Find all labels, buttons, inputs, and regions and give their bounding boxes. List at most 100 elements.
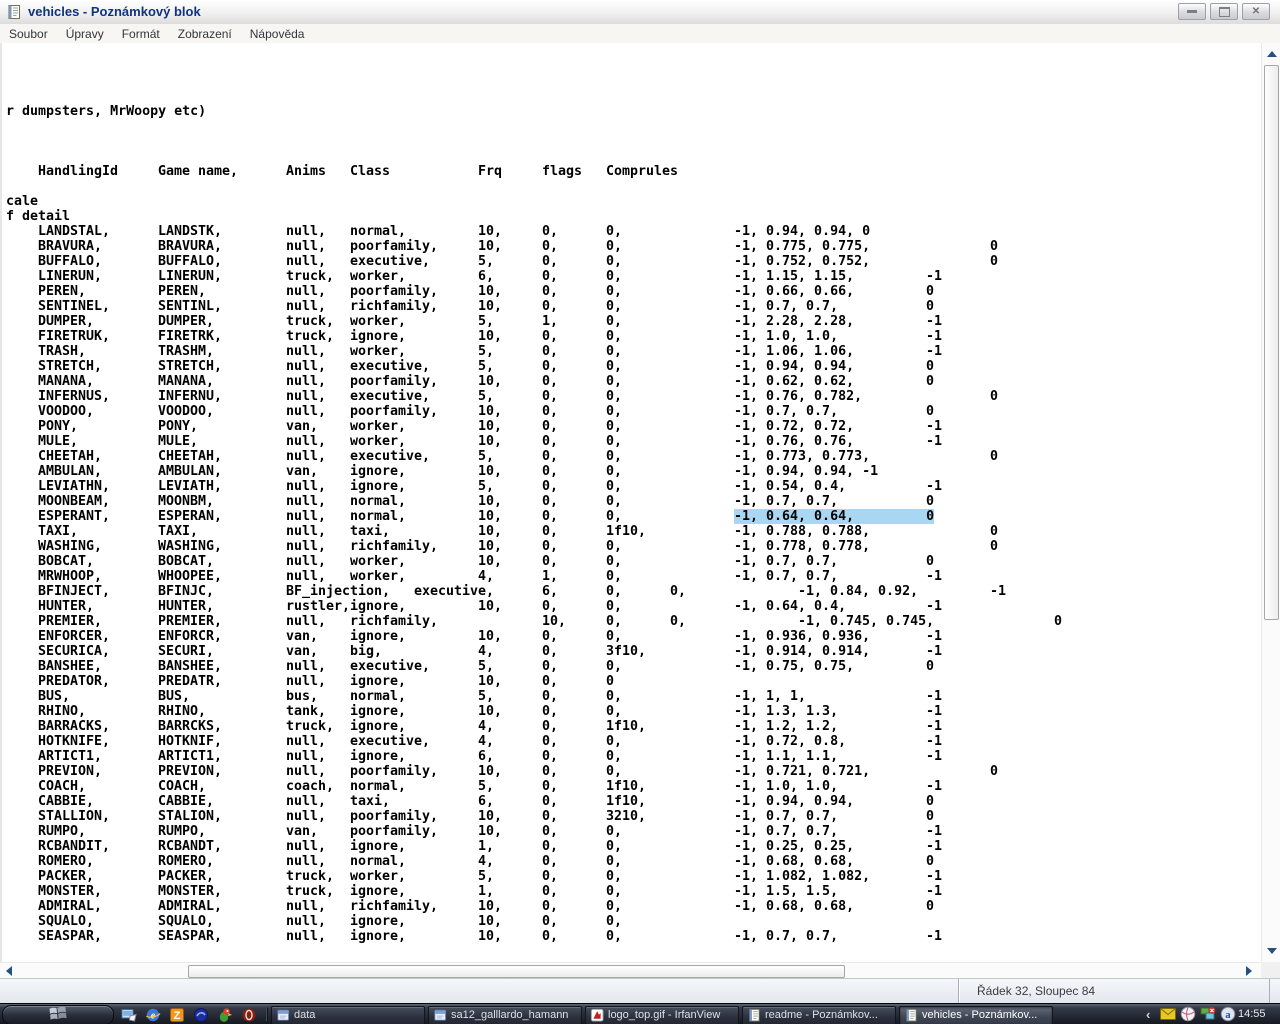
editor-line: WASHING,WASHING,null,richfamily,10,0,0,-…: [6, 539, 1261, 554]
cursor-position-status: Řádek 32, Sloupec 84: [958, 979, 1270, 1003]
vertical-scrollbar[interactable]: [1261, 43, 1280, 962]
editor-line: TRASH,TRASHM,null,worker,5,0,0,-1, 1.06,…: [6, 344, 1261, 359]
opera-icon[interactable]: [240, 1006, 257, 1023]
notepad-icon: [6, 4, 22, 20]
editor-line: ENFORCER,ENFORCR,van,ignore,10,0,0,-1, 0…: [6, 629, 1261, 644]
editor-text: r dumpsters, MrWoopy etc) HandlingIdGame …: [6, 44, 1261, 961]
mail-icon[interactable]: [1160, 1006, 1176, 1022]
editor-line: PREVION,PREVION,null,poorfamily,10,0,0,-…: [6, 764, 1261, 779]
editor-line: RCBANDIT,RCBANDT,null,ignore,1,0,0,-1, 0…: [6, 839, 1261, 854]
taskbar-button-label: readme - Poznámkov...: [765, 1007, 891, 1023]
editor-line: ROMERO,ROMERO,null,normal,4,0,0,-1, 0.68…: [6, 854, 1261, 869]
status-bar: Řádek 32, Sloupec 84: [0, 978, 1280, 1004]
zoner-icon[interactable]: Z: [168, 1006, 185, 1023]
editor-line: CHEETAH,CHEETAH,null,executive,5,0,0,-1,…: [6, 449, 1261, 464]
selected-text: -1, 0.64, 0.64, 0: [734, 509, 934, 524]
irfanview-icon: [590, 1008, 603, 1021]
editor-line: LINERUN,LINERUN,truck,worker,6,0,0,-1, 1…: [6, 269, 1261, 284]
editor-line: SENTINEL,SENTINL,null,richfamily,10,0,0,…: [6, 299, 1261, 314]
editor-line: PREMIER,PREMIER,null,richfamily,10,0,0,-…: [6, 614, 1261, 629]
notepad-icon: [747, 1008, 760, 1021]
editor-line: INFERNUS,INFERNU,null,executive,5,0,0,-1…: [6, 389, 1261, 404]
editor-line: HUNTER,HUNTER,rustler,ignore,10,0,0,-1, …: [6, 599, 1261, 614]
editor-line: STRETCH,STRETCH,null,executive,5,0,0,-1,…: [6, 359, 1261, 374]
taskbar-clock[interactable]: 14:55: [1238, 1004, 1266, 1024]
messenger-ball-icon[interactable]: [1180, 1006, 1196, 1022]
editor-line: MULE,MULE,null,worker,10,0,0,-1, 0.76, 0…: [6, 434, 1261, 449]
text-editor[interactable]: r dumpsters, MrWoopy etc) HandlingIdGame …: [0, 43, 1263, 962]
taskbar: eZ data sa12_galllardo_hamann logo_top.gif…: [0, 1003, 1280, 1024]
menu-item-0[interactable]: Soubor: [0, 25, 57, 43]
editor-line: MONSTER,MONSTER,truck,ignore,1,0,0,-1, 1…: [6, 884, 1261, 899]
taskbar-button-label: logo_top.gif - IrfanView: [608, 1007, 734, 1023]
scroll-right-icon[interactable]: [1246, 966, 1252, 976]
editor-line: MRWHOOP,WHOOPEE,null,worker,4,1,0,-1, 0.…: [6, 569, 1261, 584]
taskbar-button-1[interactable]: sa12_galllardo_hamann: [428, 1006, 582, 1024]
editor-line: PEREN,PEREN,null,poorfamily,10,0,0,-1, 0…: [6, 284, 1261, 299]
taskbar-button-0[interactable]: data: [271, 1006, 425, 1024]
parrot-icon[interactable]: [216, 1006, 233, 1023]
editor-line: HOTKNIFE,HOTKNIF,null,executive,4,0,0,-1…: [6, 734, 1261, 749]
menu-item-1[interactable]: Úpravy: [57, 25, 113, 43]
maximize-icon: [1219, 7, 1230, 17]
taskbar-button-3[interactable]: readme - Poznámkov...: [742, 1006, 896, 1024]
editor-line: AMBULAN,AMBULAN,van,ignore,10,0,0,-1, 0.…: [6, 464, 1261, 479]
editor-line: PREDATOR,PREDATR,null,ignore,10,0,0: [6, 674, 1261, 689]
scroll-up-icon[interactable]: [1267, 51, 1277, 57]
taskbar-button-label: data: [294, 1007, 420, 1023]
maximize-button[interactable]: [1210, 3, 1238, 20]
windows-logo-icon: [49, 1005, 67, 1024]
editor-line: LANDSTAL,LANDSTK,null,normal,10,0,0,-1, …: [6, 224, 1261, 239]
horizontal-scrollbar[interactable]: [0, 962, 1261, 979]
svg-text:Z: Z: [173, 1010, 180, 1022]
editor-line: SECURICA,SECURI,van,big,4,0,3f10,-1, 0.9…: [6, 644, 1261, 659]
editor-line: ADMIRAL,ADMIRAL,null,richfamily,10,0,0,-…: [6, 899, 1261, 914]
editor-line: DUMPER,DUMPER,truck,worker,5,1,0,-1, 2.2…: [6, 314, 1261, 329]
editor-line: COACH,COACH,coach,normal,5,0,1f10,-1, 1.…: [6, 779, 1261, 794]
taskbar-button-2[interactable]: logo_top.gif - IrfanView: [585, 1006, 739, 1024]
menu-item-4[interactable]: Nápověda: [241, 25, 314, 43]
editor-line: f detail: [6, 209, 1261, 224]
notepad-icon: [904, 1008, 917, 1021]
window-title: vehicles - Poznámkový blok: [28, 4, 201, 19]
minimize-button[interactable]: [1178, 3, 1206, 20]
vertical-scrollbar-thumb[interactable]: [1264, 65, 1279, 620]
scroll-left-icon[interactable]: [6, 966, 12, 976]
menu-item-3[interactable]: Zobrazení: [169, 25, 241, 43]
editor-line: ARTICT1,ARTICT1,null,ignore,6,0,0,-1, 1.…: [6, 749, 1261, 764]
horizontal-scrollbar-thumb[interactable]: [188, 965, 845, 978]
menu-item-2[interactable]: Formát: [113, 25, 169, 43]
editor-line: STALLION,STALION,null,poorfamily,10,0,32…: [6, 809, 1261, 824]
editor-line: ESPERANT,ESPERAN,null,normal,10,0,0,-1, …: [6, 509, 1261, 524]
editor-line: r dumpsters, MrWoopy etc): [6, 104, 1261, 119]
messenger-icon[interactable]: [192, 1006, 209, 1023]
network-error-icon[interactable]: [1200, 1006, 1216, 1022]
minimize-icon: [1187, 10, 1197, 13]
editor-line: BOBCAT,BOBCAT,null,worker,10,0,0,-1, 0.7…: [6, 554, 1261, 569]
show-desktop-icon[interactable]: [120, 1006, 137, 1023]
editor-line: RHINO,RHINO,tank,ignore,10,0,0,-1, 1.3, …: [6, 704, 1261, 719]
editor-line: PACKER,PACKER,truck,worker,5,0,0,-1, 1.0…: [6, 869, 1261, 884]
avg-icon[interactable]: a: [1220, 1006, 1236, 1022]
editor-line: BARRACKS,BARRCKS,truck,ignore,4,0,1f10,-…: [6, 719, 1261, 734]
menu-bar: SouborÚpravyFormátZobrazeníNápověda: [0, 24, 1280, 44]
editor-line: VOODOO,VOODOO,null,poorfamily,10,0,0,-1,…: [6, 404, 1261, 419]
taskbar-button-4[interactable]: vehicles - Poznámkov...: [899, 1006, 1053, 1024]
scroll-down-icon[interactable]: [1267, 948, 1277, 954]
title-bar[interactable]: vehicles - Poznámkový blok ✕: [0, 0, 1280, 25]
editor-line: BUS,BUS,bus,normal,5,0,0,-1, 1, 1,-1: [6, 689, 1261, 704]
start-button[interactable]: [2, 1005, 114, 1024]
close-button[interactable]: ✕: [1242, 3, 1270, 20]
internet-explorer-icon[interactable]: e: [144, 1006, 161, 1023]
editor-line: cale: [6, 194, 1261, 209]
editor-line: PONY,PONY,van,worker,10,0,0,-1, 0.72, 0.…: [6, 419, 1261, 434]
editor-line: HandlingIdGame name,AnimsClassFrqflagsCo…: [6, 164, 1261, 179]
tray-collapse-icon[interactable]: ‹: [1146, 1005, 1150, 1024]
editor-line: TAXI,TAXI,null,taxi,10,0,1f10,-1, 0.788,…: [6, 524, 1261, 539]
scrollbar-corner: [1261, 962, 1280, 978]
taskbar-button-label: sa12_galllardo_hamann: [451, 1007, 577, 1023]
editor-line: BFINJECT,BFINJC,BF_injection,executive,6…: [6, 584, 1261, 599]
editor-line: BANSHEE,BANSHEE,null,executive,5,0,0,-1,…: [6, 659, 1261, 674]
editor-line: FIRETRUK,FIRETRK,truck,ignore,10,0,0,-1,…: [6, 329, 1261, 344]
editor-line: CABBIE,CABBIE,null,taxi,6,0,1f10,-1, 0.9…: [6, 794, 1261, 809]
